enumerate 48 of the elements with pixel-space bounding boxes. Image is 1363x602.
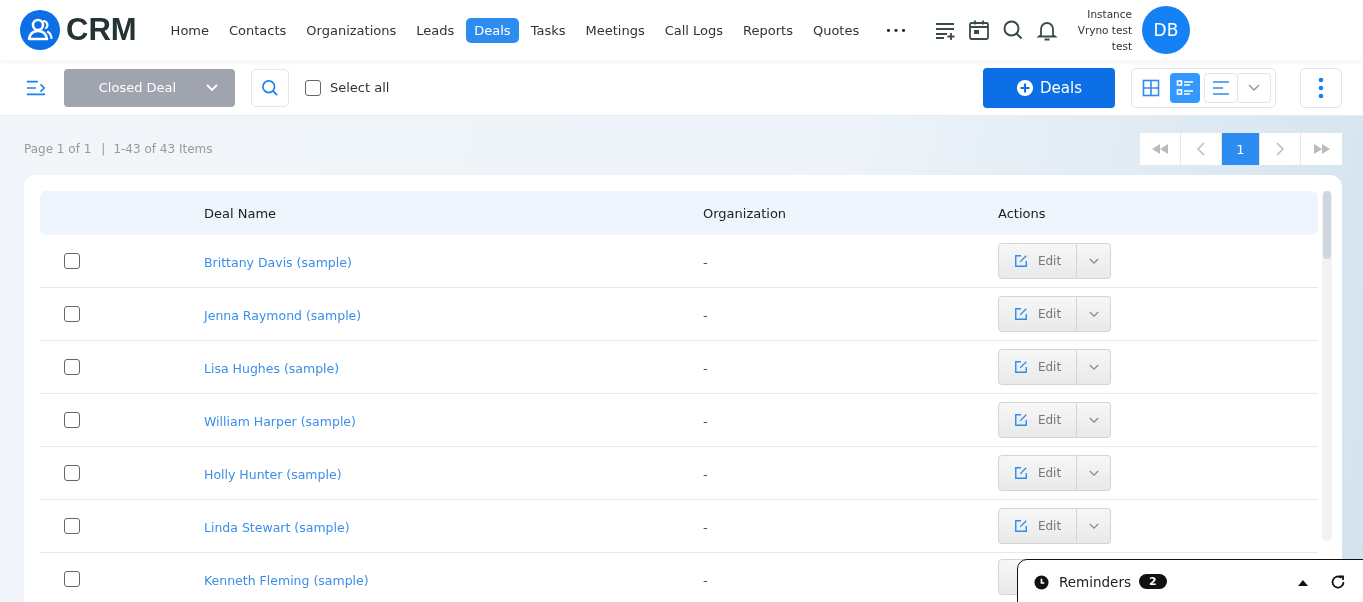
column-header: Deal Name xyxy=(204,205,278,221)
deal-name-link[interactable]: Lisa Hughes (sample) xyxy=(204,360,340,376)
user-info-text: Instance xyxy=(1087,7,1132,22)
deal-name-link[interactable]: Brittany Davis (sample) xyxy=(204,254,352,270)
edit-button[interactable]: Edit xyxy=(998,402,1077,438)
nav-tab[interactable]: Organizations xyxy=(298,17,405,43)
organization-cell: - xyxy=(703,466,708,482)
user-info-text: Vryno test xyxy=(1077,23,1132,38)
deal-name-link[interactable]: Jenna Raymond (sample) xyxy=(204,307,362,323)
nav-tab[interactable]: Tasks xyxy=(522,17,574,43)
app-logo-text: CRM xyxy=(66,12,137,48)
page-summary-text: Page 1 of 1 xyxy=(24,142,92,156)
page-number-button[interactable]: 1 xyxy=(1222,133,1260,165)
nav-tab[interactable]: Call Logs xyxy=(656,17,732,43)
organization-cell: - xyxy=(703,413,708,429)
column-header: Actions xyxy=(998,205,1047,221)
organization-cell: - xyxy=(703,307,708,323)
organization-cell: - xyxy=(703,254,708,270)
reminders-label: Reminders xyxy=(1059,574,1131,590)
deal-name-link[interactable]: Holly Hunter (sample) xyxy=(204,466,342,482)
nav-tab[interactable]: Meetings xyxy=(577,17,653,43)
organization-cell: - xyxy=(703,572,708,588)
deal-name-link[interactable]: William Harper (sample) xyxy=(204,413,356,429)
user-avatar[interactable]: DB xyxy=(1142,6,1190,54)
nav-tab[interactable]: Deals xyxy=(466,17,519,43)
select-all-label: Select all xyxy=(330,80,390,95)
organization-cell: - xyxy=(703,360,708,376)
nav-tab[interactable]: Quotes xyxy=(804,17,868,43)
edit-button[interactable]: Edit xyxy=(998,508,1077,544)
edit-button[interactable]: Edit xyxy=(998,349,1077,385)
reminders-count-badge: 2 xyxy=(1139,574,1167,589)
edit-button[interactable]: Edit xyxy=(998,243,1077,279)
nav-tab[interactable]: Reports xyxy=(735,17,801,43)
column-header: Organization xyxy=(703,205,788,221)
edit-button[interactable]: Edit xyxy=(998,455,1077,491)
nav-tab[interactable]: Home xyxy=(162,17,217,43)
add-deal-button[interactable]: Deals xyxy=(983,67,1115,108)
organization-cell: - xyxy=(703,519,708,535)
edit-button[interactable]: Edit xyxy=(998,296,1077,332)
deal-name-link[interactable]: Kenneth Fleming (sample) xyxy=(204,572,369,588)
more-button[interactable]: ••• xyxy=(885,23,908,37)
divider-text: | xyxy=(101,142,106,156)
nav-tab[interactable]: Leads xyxy=(408,17,463,43)
item-range-text: 1-43 of 43 Items xyxy=(113,142,213,156)
deal-name-link[interactable]: Linda Stewart (sample) xyxy=(204,519,350,535)
view-dropdown[interactable]: Closed Deal xyxy=(64,68,235,107)
user-info-text: test xyxy=(1111,39,1132,54)
nav-tab[interactable]: Contacts xyxy=(221,17,295,43)
